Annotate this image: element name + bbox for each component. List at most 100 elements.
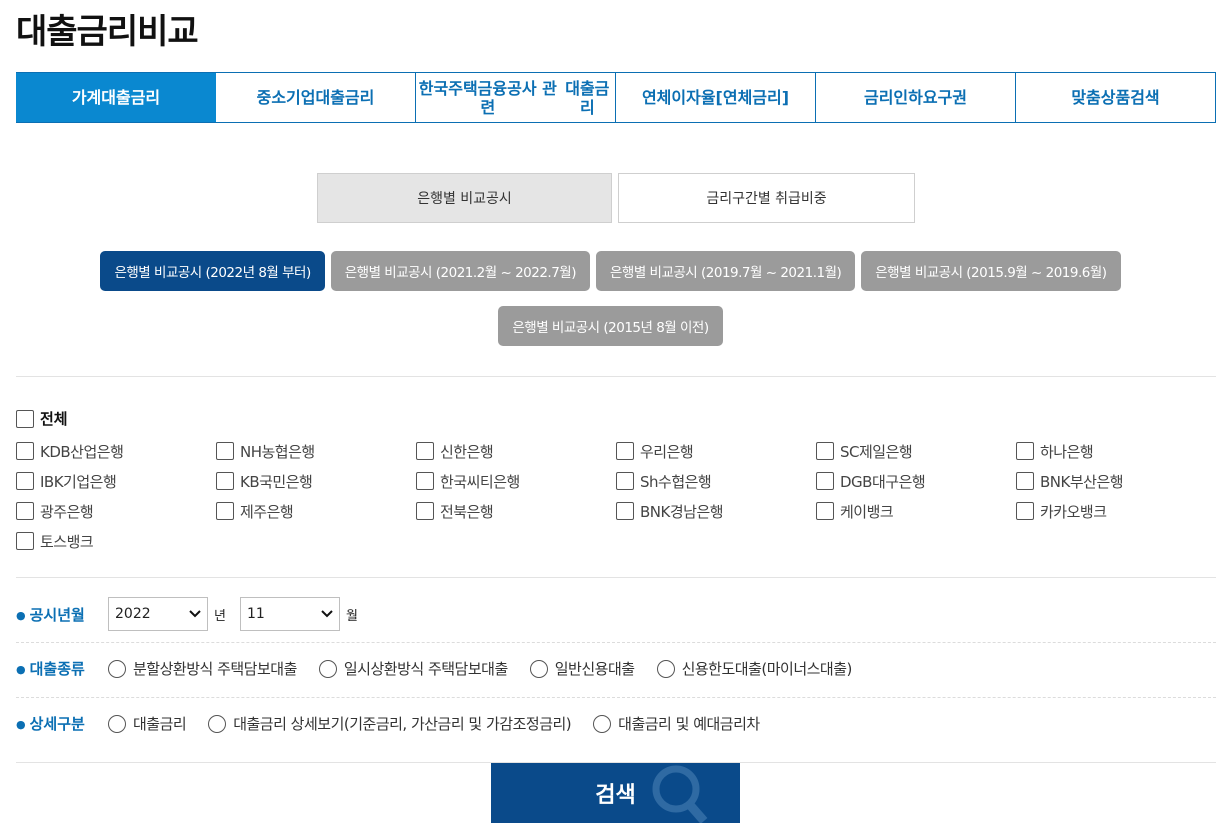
- checkbox-box[interactable]: [416, 442, 434, 460]
- checkbox-box[interactable]: [216, 472, 234, 490]
- detail-radio[interactable]: 대출금리: [108, 713, 187, 734]
- tab-sme-loan-rates[interactable]: 중소기업대출금리: [216, 73, 416, 122]
- checkbox-box[interactable]: [616, 472, 634, 490]
- period-button-2021-02[interactable]: 은행별 비교공시 (2021.2월 ~ 2022.7월): [330, 251, 590, 291]
- bank-label: KDB산업은행: [40, 442, 124, 461]
- radio-circle[interactable]: [656, 659, 675, 678]
- bank-checkbox[interactable]: 카카오뱅크: [1016, 496, 1216, 526]
- bank-checkbox[interactable]: 케이뱅크: [816, 496, 1016, 526]
- bank-checkbox[interactable]: BNK부산은행: [1016, 466, 1216, 496]
- sub-tab-bar: 은행별 비교공시 금리구간별 취급비중: [317, 173, 915, 223]
- divider: [16, 642, 1216, 643]
- tab-custom-product-search[interactable]: 맞춤상품검색: [1016, 73, 1216, 122]
- radio-circle[interactable]: [529, 659, 548, 678]
- bank-checkbox[interactable]: 우리은행: [616, 436, 816, 466]
- main-tab-bar: 가계대출금리 중소기업대출금리 한국주택금융공사 관련 대출금리 연체이자율[연…: [16, 72, 1216, 123]
- checkbox-box[interactable]: [1016, 472, 1034, 490]
- checkbox-box[interactable]: [16, 532, 34, 550]
- subtab-rate-range-share[interactable]: 금리구간별 취급비중: [618, 173, 915, 223]
- subtab-bank-comparison[interactable]: 은행별 비교공시: [317, 173, 612, 223]
- page-title: 대출금리비교: [16, 12, 199, 52]
- bank-label: KB국민은행: [240, 472, 313, 491]
- year-select[interactable]: 2022: [108, 597, 208, 631]
- tab-household-loan-rates[interactable]: 가계대출금리: [16, 73, 216, 122]
- checkbox-box[interactable]: [416, 502, 434, 520]
- bank-checkbox[interactable]: 신한은행: [416, 436, 616, 466]
- loan-type-radio[interactable]: 일시상환방식 주택담보대출: [318, 658, 508, 679]
- checkbox-box[interactable]: [616, 502, 634, 520]
- detail-type-row: ● 상세구분 대출금리 대출금리 상세보기(기준금리, 가산금리 및 가감조정금리…: [16, 713, 1216, 734]
- bank-checkbox[interactable]: KDB산업은행: [16, 436, 216, 466]
- loan-type-radio[interactable]: 일반신용대출: [529, 658, 635, 679]
- period-button-2019-07[interactable]: 은행별 비교공시 (2019.7월 ~ 2021.1월): [596, 251, 856, 291]
- bank-label: 토스뱅크: [40, 532, 94, 551]
- bank-label: 한국씨티은행: [440, 472, 520, 491]
- radio-circle[interactable]: [318, 659, 337, 678]
- bank-checkbox[interactable]: Sh수협은행: [616, 466, 816, 496]
- bank-checkbox[interactable]: DGB대구은행: [816, 466, 1016, 496]
- tab-khfc-line1: 한국주택금융공사 관련: [418, 78, 557, 117]
- bank-checkbox[interactable]: 한국씨티은행: [416, 466, 616, 496]
- bank-checkbox[interactable]: 토스뱅크: [16, 526, 216, 556]
- bank-label: 카카오뱅크: [1040, 502, 1107, 521]
- checkbox-box[interactable]: [616, 442, 634, 460]
- bank-label: BNK부산은행: [1040, 472, 1124, 491]
- period-button-2022-08[interactable]: 은행별 비교공시 (2022년 8월 부터): [100, 251, 325, 291]
- bank-checkbox[interactable]: SC제일은행: [816, 436, 1016, 466]
- period-button-before-2015-08[interactable]: 은행별 비교공시 (2015년 8월 이전): [498, 306, 723, 346]
- radio-circle[interactable]: [208, 714, 227, 733]
- bank-checkbox[interactable]: 광주은행: [16, 496, 216, 526]
- select-all-checkbox[interactable]: 전체: [16, 408, 68, 429]
- checkbox-box[interactable]: [16, 409, 34, 428]
- checkbox-box[interactable]: [816, 442, 834, 460]
- checkbox-box[interactable]: [216, 502, 234, 520]
- bank-checkbox[interactable]: 전북은행: [416, 496, 616, 526]
- checkbox-box[interactable]: [816, 502, 834, 520]
- bank-checkbox[interactable]: 하나은행: [1016, 436, 1216, 466]
- checkbox-box[interactable]: [16, 502, 34, 520]
- month-value: 11: [246, 606, 265, 622]
- month-unit: 월: [345, 608, 358, 624]
- detail-radio[interactable]: 대출금리 및 예대금리차: [593, 713, 760, 734]
- period-button-2015-09[interactable]: 은행별 비교공시 (2015.9월 ~ 2019.6월): [861, 251, 1121, 291]
- year-unit: 년: [214, 608, 226, 624]
- bank-checkbox-grid: KDB산업은행 NH농협은행 신한은행 우리은행 SC제일은행 하나은행 IBK…: [16, 436, 1216, 556]
- radio-label: 대출금리 및 예대금리차: [618, 715, 760, 733]
- form-label: ● 상세구분: [16, 715, 85, 733]
- checkbox-box[interactable]: [1016, 502, 1034, 520]
- search-button[interactable]: 검색: [491, 763, 740, 823]
- divider: [16, 577, 1216, 578]
- checkbox-box[interactable]: [216, 442, 234, 460]
- divider: [16, 697, 1216, 698]
- period-button-row: 은행별 비교공시 (2022년 8월 부터) 은행별 비교공시 (2021.2월…: [0, 251, 1221, 291]
- loan-type-radio[interactable]: 신용한도대출(마이너스대출): [656, 658, 852, 679]
- detail-radio[interactable]: 대출금리 상세보기(기준금리, 가산금리 및 가감조정금리): [208, 713, 572, 734]
- radio-circle[interactable]: [108, 659, 126, 678]
- loan-type-radio[interactable]: 분할상환방식 주택담보대출: [108, 658, 297, 679]
- bank-checkbox[interactable]: KB국민은행: [216, 466, 416, 496]
- bank-checkbox[interactable]: 제주은행: [216, 496, 416, 526]
- bank-label: BNK경남은행: [640, 502, 724, 521]
- bank-label: 우리은행: [640, 442, 694, 461]
- loan-type-row: ● 대출종류 분할상환방식 주택담보대출 일시상환방식 주택담보대출 일반신용대출…: [16, 658, 1216, 679]
- radio-circle[interactable]: [593, 714, 612, 733]
- radio-label: 분할상환방식 주택담보대출: [133, 660, 297, 678]
- checkbox-box[interactable]: [816, 472, 834, 490]
- year-value: 2022: [115, 606, 151, 622]
- divider: [16, 376, 1216, 377]
- tab-rate-cut-request[interactable]: 금리인하요구권: [816, 73, 1016, 122]
- bank-checkbox[interactable]: NH농협은행: [216, 436, 416, 466]
- select-all-label: 전체: [40, 410, 68, 428]
- checkbox-box[interactable]: [16, 472, 34, 490]
- checkbox-box[interactable]: [16, 442, 34, 460]
- radio-circle[interactable]: [108, 714, 126, 733]
- tab-khfc-loan-rates[interactable]: 한국주택금융공사 관련 대출금리: [416, 73, 616, 122]
- checkbox-box[interactable]: [416, 472, 434, 490]
- bank-checkbox[interactable]: BNK경남은행: [616, 496, 816, 526]
- radio-label: 대출금리 상세보기(기준금리, 가산금리 및 가감조정금리): [233, 715, 572, 733]
- bank-checkbox[interactable]: IBK기업은행: [16, 466, 216, 496]
- bank-label: SC제일은행: [840, 442, 913, 461]
- tab-overdue-interest[interactable]: 연체이자율[연체금리]: [616, 73, 816, 122]
- month-select[interactable]: 11: [239, 597, 340, 631]
- checkbox-box[interactable]: [1016, 442, 1034, 460]
